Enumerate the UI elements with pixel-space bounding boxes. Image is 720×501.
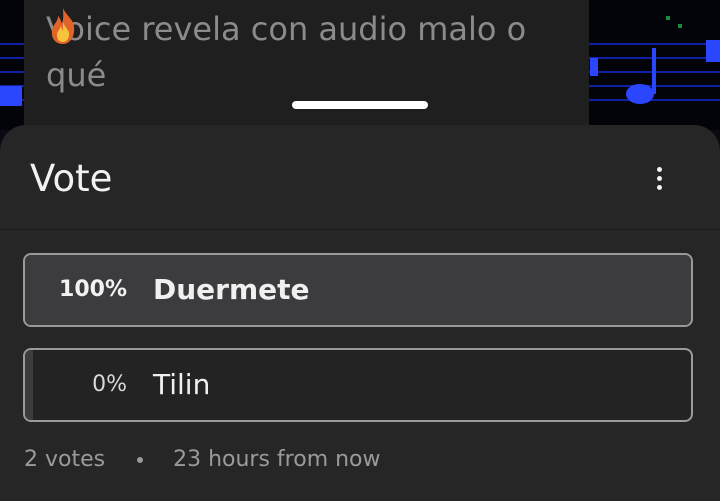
poll-option-label: Tilin bbox=[153, 368, 211, 401]
time-remaining: 23 hours from now bbox=[173, 447, 381, 472]
sheet-title: Vote bbox=[30, 157, 113, 200]
sheet-grab-handle[interactable] bbox=[292, 101, 428, 109]
poll-option-percent: 100% bbox=[59, 277, 127, 302]
more-options-button[interactable] bbox=[640, 163, 678, 193]
vote-sheet: Vote 100% Duermete 0% Tilin 2 votes 23 h… bbox=[0, 125, 720, 501]
fire-icon bbox=[51, 8, 150, 97]
post-title: Voice revela con audio malo o qué bbox=[46, 6, 566, 98]
separator-dot bbox=[137, 457, 144, 463]
poll-option-2[interactable]: 0% Tilin bbox=[23, 348, 693, 422]
poll-option-bar bbox=[25, 350, 33, 420]
poll-option-label: Duermete bbox=[153, 273, 310, 306]
poll-meta: 2 votes 23 hours from now bbox=[24, 444, 381, 476]
vote-count: 2 votes bbox=[24, 447, 106, 472]
sheet-header: Vote bbox=[0, 125, 720, 230]
poll-option-percent: 0% bbox=[92, 372, 127, 397]
background-image: Voice revela con audio malo o qué bbox=[0, 0, 720, 130]
more-vertical-icon bbox=[656, 166, 662, 172]
poll-option-1[interactable]: 100% Duermete bbox=[23, 253, 693, 327]
